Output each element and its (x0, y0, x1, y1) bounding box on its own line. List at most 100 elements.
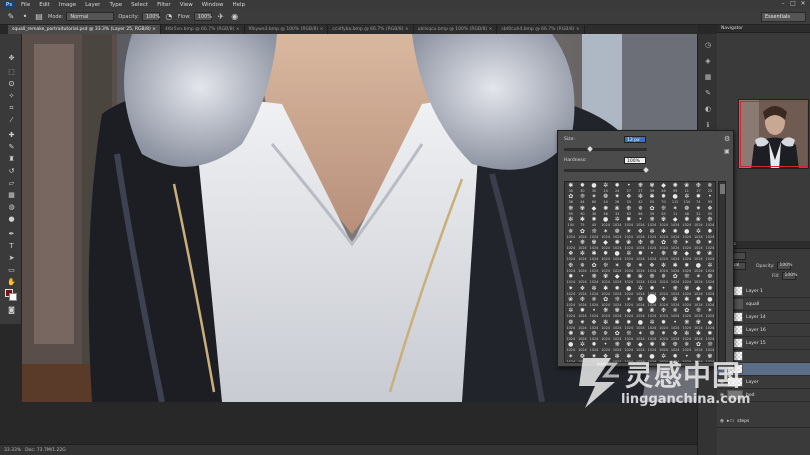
quick-mask-icon[interactable]: ◙ (7, 306, 16, 315)
brush-preset-cell[interactable]: ✷1024 (623, 228, 635, 239)
healing-tool-icon[interactable]: ✚ (7, 131, 16, 140)
brush-preset-cell[interactable]: ✾ 1024 (693, 319, 705, 330)
brush-preset-cell[interactable]: ❊ 44 (577, 193, 589, 204)
brush-preset-cell[interactable]: ✷1024 (565, 285, 577, 296)
brush-preset-cell[interactable]: ✷ 26 (611, 193, 623, 204)
brush-preset-cell[interactable]: ❊ 1024 (669, 239, 681, 250)
brush-preset-cell[interactable]: ❖1024 (669, 330, 681, 341)
brush-preset-cell[interactable]: ✸ 30 (577, 182, 589, 193)
move-tool-icon[interactable]: ✥ (7, 54, 16, 63)
brush-preset-cell[interactable]: ✺ 1024 (635, 307, 647, 318)
brush-preset-cell[interactable]: ✲ 134 (681, 193, 693, 204)
brush-preset-cell[interactable]: ✶ 1024 (611, 262, 623, 273)
brush-preset-cell[interactable]: ● 112 (669, 193, 681, 204)
brush-preset-cell[interactable]: ⬤ 1024 (646, 294, 658, 307)
brush-preset-cell[interactable]: ✶ 60 (588, 193, 600, 204)
brush-preset-cell[interactable]: ❁ 1024 (635, 296, 647, 307)
menu-type[interactable]: Type (109, 2, 122, 8)
maximize-button[interactable]: □ (788, 0, 798, 8)
brush-preset-cell[interactable]: ❋ 1024 (681, 319, 693, 330)
brush-preset-cell[interactable]: ✲ 1024 (565, 307, 577, 318)
brush-tool-icon[interactable]: ✎ (7, 143, 16, 152)
brush-preset-cell[interactable]: ✵ 1024 (658, 273, 670, 284)
brush-preset-icon[interactable]: • (20, 12, 30, 22)
brush-preset-cell[interactable]: ❁ 48 (681, 205, 693, 216)
brush-grid-scrollbar[interactable] (718, 181, 726, 363)
brush-preset-cell[interactable]: ❁ 1024 (611, 228, 623, 239)
brush-preset-cell[interactable]: ✲ 1024 (635, 285, 647, 296)
brush-preset-cell[interactable]: ❉ 1024 (635, 239, 647, 250)
brush-preset-cell[interactable]: ✱ 75 (577, 216, 589, 227)
brush-preset-cell[interactable]: ❋ 95 (565, 205, 577, 216)
path-select-tool-icon[interactable]: ➤ (7, 254, 16, 263)
brush-panel-toggle-icon[interactable]: ▤ (34, 12, 44, 22)
brush-preset-cell[interactable]: ✸ 1024 (704, 330, 715, 341)
brush-preset-cell[interactable]: ● 1024 (600, 216, 612, 227)
brush-preset-cell[interactable]: ● 1024 (693, 262, 705, 273)
info-icon[interactable]: ℹ (703, 120, 713, 130)
brush-preset-cell[interactable]: ● 1024 (704, 296, 715, 307)
brush-preset-cell[interactable]: ✹ 1024 (623, 216, 635, 227)
menu-file[interactable]: File (21, 2, 30, 8)
brush-preset-cell[interactable]: ✻ 1024 (588, 285, 600, 296)
brush-preset-cell[interactable]: ✱ 1024 (669, 262, 681, 273)
brush-preset-cell[interactable]: ✸ 1024 (681, 262, 693, 273)
brush-preset-cell[interactable]: ❀ 1024 (577, 330, 589, 341)
brush-preset-cell[interactable]: ❖1024 (577, 285, 589, 296)
menu-window[interactable]: Window (202, 2, 224, 8)
brush-preset-cell[interactable]: ✾ 1024 (658, 216, 670, 227)
zoom-readout[interactable]: 33.33% (4, 448, 21, 453)
brush-preset-cell[interactable]: • 27 (623, 182, 635, 193)
brush-preset-cell[interactable]: • 1024 (635, 216, 647, 227)
brush-preset-cell[interactable]: ✿ 1024 (658, 239, 670, 250)
brush-preset-cell[interactable]: ❉ 17 (693, 182, 705, 193)
brush-preset-cell[interactable]: ✻ 1024 (669, 296, 681, 307)
brush-preset-cell[interactable]: ❊ 63 (658, 205, 670, 216)
brush-preset-cell[interactable]: ✵ 1024 (577, 262, 589, 273)
opacity-input[interactable]: 100% (141, 12, 160, 21)
brush-panel-icon[interactable]: ✎ (703, 88, 713, 98)
gradient-tool-icon[interactable]: ▦ (7, 191, 16, 200)
brush-preset-cell[interactable]: ✺ 1024 (681, 216, 693, 227)
brush-preset-cell[interactable]: ◆ 1024 (693, 285, 705, 296)
brush-preset-cell[interactable]: ❀ 1024 (565, 296, 577, 307)
brush-preset-cell[interactable]: ● 30 (588, 182, 600, 193)
brush-preset-cell[interactable]: ● 1024 (681, 228, 693, 239)
brush-preset-cell[interactable]: ✿ 1024 (681, 307, 693, 318)
brush-preset-cell[interactable]: ◆ 1024 (704, 319, 715, 330)
menu-filter[interactable]: Filter (157, 2, 171, 8)
layer-fill-input[interactable]: 100% (781, 272, 797, 280)
brush-preset-cell[interactable]: ✹ 1024 (658, 319, 670, 330)
hardness-slider-knob[interactable] (643, 167, 649, 173)
brush-preset-cell[interactable]: ✶ 1024 (681, 239, 693, 250)
brush-preset-cell[interactable]: ◆ 1024 (681, 250, 693, 261)
brush-preset-cell[interactable]: ✵ 1024 (669, 307, 681, 318)
brush-preset-cell[interactable]: ● 1024 (623, 285, 635, 296)
brush-preset-cell[interactable]: ✿ 1024 (669, 273, 681, 284)
brush-preset-cell[interactable]: ✾ 1024 (681, 285, 693, 296)
brush-preset-cell[interactable]: ✱ 1024 (611, 319, 623, 330)
close-button[interactable]: ✕ (798, 0, 808, 8)
blur-tool-icon[interactable]: ◍ (7, 203, 16, 212)
brush-preset-cell[interactable]: ❁ 14 (600, 193, 612, 204)
brush-preset-cell[interactable]: ✷ 32 (693, 205, 705, 216)
dodge-tool-icon[interactable]: ● (7, 215, 16, 224)
brush-preset-cell[interactable]: ✺ 1024 (623, 273, 635, 284)
brush-preset-cell[interactable]: ✵ 1024 (588, 296, 600, 307)
brush-preset-cell[interactable]: • 1024 (565, 239, 577, 250)
brush-preset-cell[interactable]: ✶ 1024 (635, 330, 647, 341)
brush-preset-cell[interactable]: ❁ 1024 (565, 319, 577, 330)
tab-document[interactable]: sbt0cuh4.bmp @ 66.7% (RGB/8) × (497, 25, 585, 34)
brush-preset-cell[interactable]: ✹ 24 (611, 182, 623, 193)
brush-preset-cell[interactable]: ❁ 1024 (646, 330, 658, 341)
brush-preset-cell[interactable]: ✶ 11 (669, 205, 681, 216)
brush-preset-cell[interactable]: ❀ 11 (681, 182, 693, 193)
brush-preset-cell[interactable]: ✲ 1024 (646, 319, 658, 330)
brush-preset-cell[interactable]: ✵ 66 (635, 205, 647, 216)
brush-preset-cell[interactable]: ✺ 1024 (611, 239, 623, 250)
menu-layer[interactable]: Layer (85, 2, 100, 8)
brush-preset-cell[interactable]: ❖1024 (565, 250, 577, 261)
brush-preset-cell[interactable]: • 1024 (588, 307, 600, 318)
lasso-tool-icon[interactable]: ʘ (7, 80, 16, 89)
brush-preset-cell[interactable]: ✿ 39 (646, 205, 658, 216)
